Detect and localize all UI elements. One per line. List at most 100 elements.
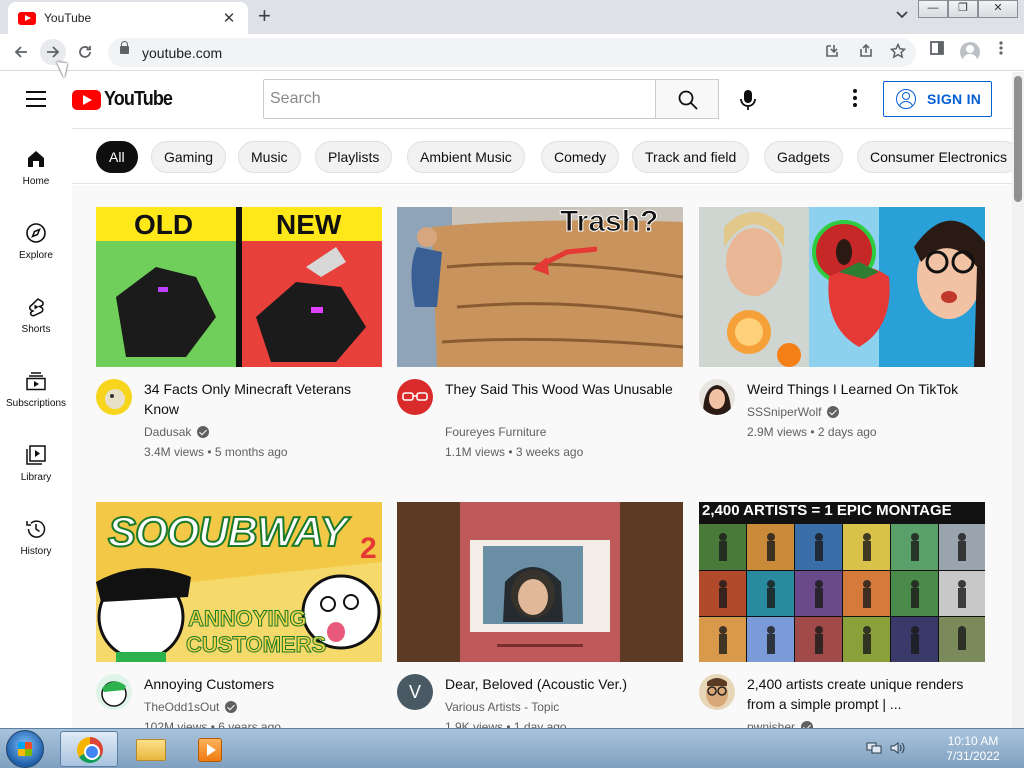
chip-gadgets[interactable]: Gadgets [764, 141, 843, 173]
chip-playlists[interactable]: Playlists [315, 141, 393, 173]
chip-music[interactable]: Music [238, 141, 301, 173]
scrollbar-thumb[interactable] [1014, 76, 1022, 202]
compass-icon [26, 223, 46, 243]
chip-track-and-field[interactable]: Track and field [632, 141, 750, 173]
chip-consumer-electronics[interactable]: Consumer Electronics [857, 141, 1012, 173]
video-thumbnail[interactable]: Trash? [397, 207, 683, 367]
system-clock[interactable]: 10:10 AM 7/31/2022 [930, 734, 1016, 764]
guide-label: Explore [19, 250, 53, 261]
taskbar-explorer[interactable] [121, 731, 179, 767]
network-icon[interactable] [866, 741, 882, 758]
chip-all[interactable]: All [96, 141, 138, 173]
channel-avatar[interactable]: V [397, 674, 433, 710]
video-card[interactable]: OLD NEW 34 Facts Only Minecraft Veterans… [96, 207, 382, 487]
verified-badge-icon [827, 406, 840, 418]
channel-avatar[interactable] [699, 674, 735, 710]
filter-chips-bar: All Gaming Music Playlists Ambient Music… [72, 128, 1012, 184]
video-title[interactable]: 34 Facts Only Minecraft Veterans Know [144, 379, 374, 419]
address-bar[interactable]: youtube.com [108, 38, 916, 67]
video-title[interactable]: Weird Things I Learned On TikTok [747, 379, 977, 399]
start-button[interactable] [6, 730, 44, 768]
sign-in-button[interactable]: SIGN IN [883, 81, 992, 117]
channel-name[interactable]: TheOdd1sOut [144, 700, 238, 714]
guide-item-home[interactable]: Home [0, 148, 72, 208]
channel-name[interactable]: Dadusak [144, 425, 210, 439]
bookmark-star-icon[interactable] [889, 42, 907, 63]
search-button[interactable] [655, 79, 719, 119]
history-icon [26, 520, 46, 538]
search-input[interactable] [263, 79, 656, 119]
video-thumbnail[interactable]: SOOUBWAY 2 ANNOYING CUSTOMERS [96, 502, 382, 662]
taskbar-media-player[interactable] [182, 731, 240, 767]
channel-name[interactable]: Foureyes Furniture [445, 425, 546, 439]
thumbnail-text-sooubway: SOOUBWAY [107, 507, 349, 556]
video-card[interactable]: 2,400 ARTISTS = 1 EPIC MONTAGE 2,400 art… [699, 502, 985, 728]
close-window-button[interactable]: ✕ [978, 0, 1018, 18]
back-button[interactable] [8, 39, 34, 65]
youtube-favicon-icon [18, 11, 36, 25]
restore-button[interactable]: ❐ [948, 0, 978, 18]
guide-item-history[interactable]: History [0, 518, 72, 578]
minimize-button[interactable]: — [918, 0, 948, 18]
video-title[interactable]: Dear, Beloved (Acoustic Ver.) [445, 674, 675, 694]
guide-item-explore[interactable]: Explore [0, 222, 72, 282]
thumbnail-text-new: NEW [276, 209, 342, 240]
profile-avatar-icon[interactable] [960, 42, 980, 62]
new-tab-button[interactable]: + [258, 5, 271, 27]
tab-close-icon[interactable]: ✕ [220, 9, 238, 27]
channel-name[interactable]: pwnisher [747, 720, 814, 728]
channel-avatar-letter: V [408, 682, 421, 702]
browser-tabstrip: YouTube ✕ + — ❐ ✕ [0, 0, 1024, 34]
channel-avatar[interactable] [96, 674, 132, 710]
settings-more-icon[interactable] [845, 89, 865, 111]
media-player-icon [198, 738, 222, 762]
video-stats: 1.1M views • 3 weeks ago [445, 445, 584, 459]
video-stats: 1.9K views • 1 day ago [445, 720, 567, 728]
verified-badge-icon [197, 426, 210, 438]
video-title[interactable]: They Said This Wood Was Unusable [445, 379, 675, 399]
folder-icon [136, 739, 166, 761]
voice-search-button[interactable] [730, 81, 766, 117]
channel-avatar[interactable] [397, 379, 433, 415]
install-app-icon[interactable] [824, 43, 840, 63]
video-thumbnail[interactable]: OLD NEW [96, 207, 382, 367]
chip-comedy[interactable]: Comedy [541, 141, 620, 173]
video-card[interactable]: Trash? They Said This Wood Was Unusable … [397, 207, 683, 487]
thumbnail-text-customers: CUSTOMERS [185, 632, 327, 658]
browser-tab-youtube[interactable]: YouTube ✕ [8, 2, 248, 34]
video-thumbnail[interactable] [699, 207, 985, 367]
video-thumbnail[interactable]: 2,400 ARTISTS = 1 EPIC MONTAGE [699, 502, 985, 662]
video-title[interactable]: 2,400 artists create unique renders from… [747, 674, 977, 714]
chip-gaming[interactable]: Gaming [151, 141, 227, 173]
channel-name[interactable]: Various Artists - Topic [445, 700, 559, 714]
guide-item-library[interactable]: Library [0, 444, 72, 504]
taskbar-chrome[interactable] [60, 731, 118, 767]
guide-item-subscriptions[interactable]: Subscriptions [0, 370, 72, 430]
tab-title: YouTube [44, 11, 92, 25]
guide-label: Home [22, 176, 50, 187]
video-card[interactable]: Weird Things I Learned On TikTok SSSnipe… [699, 207, 985, 487]
verified-badge-icon [225, 701, 238, 713]
youtube-header: YouTube SIGN IN [0, 72, 1012, 128]
page-scrollbar[interactable] [1012, 72, 1024, 728]
channel-name[interactable]: SSSniperWolf [747, 405, 840, 419]
video-thumbnail[interactable] [397, 502, 683, 662]
video-card[interactable]: SOOUBWAY 2 ANNOYING CUSTOMERS Annoying C… [96, 502, 382, 728]
video-card[interactable]: V Dear, Beloved (Acoustic Ver.) Various … [397, 502, 683, 728]
volume-icon[interactable] [890, 741, 906, 758]
video-title[interactable]: Annoying Customers [144, 674, 374, 694]
side-panel-icon[interactable] [929, 40, 945, 61]
guide-label: Subscriptions [5, 398, 67, 409]
channel-avatar[interactable] [699, 379, 735, 415]
channel-avatar[interactable] [96, 379, 132, 415]
reload-button[interactable] [72, 39, 98, 65]
youtube-logo[interactable]: YouTube [72, 88, 180, 111]
guide-item-shorts[interactable]: Shorts [0, 296, 72, 356]
guide-menu-icon[interactable] [26, 91, 46, 107]
guide-label: History [20, 546, 52, 557]
chip-ambient-music[interactable]: Ambient Music [407, 141, 525, 173]
chrome-menu-icon[interactable] [998, 40, 1004, 61]
video-grid: OLD NEW 34 Facts Only Minecraft Veterans… [72, 185, 1012, 728]
share-icon[interactable] [858, 43, 874, 63]
tab-search-chevron-icon[interactable] [896, 8, 908, 22]
